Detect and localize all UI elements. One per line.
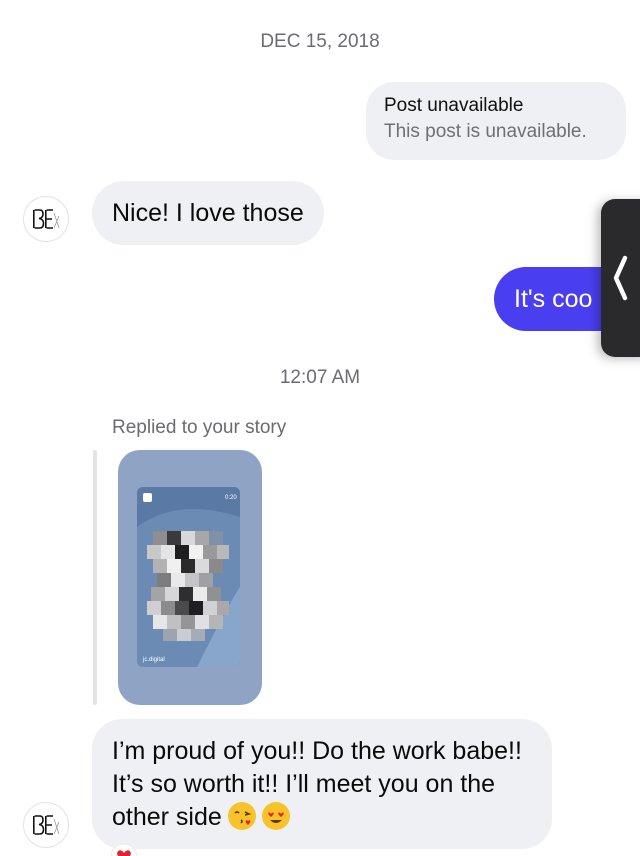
avatar[interactable]: [23, 196, 69, 242]
story-reply-label: Replied to your story: [112, 417, 287, 438]
story-time: 0:20: [225, 495, 237, 501]
story-preview[interactable]: 0:20 jc.digital: [118, 450, 262, 705]
story-caption: jc.digital: [142, 657, 165, 663]
reply-indicator-bar: [93, 450, 97, 705]
post-unavailable-subtitle: This post is unavailable.: [384, 121, 587, 142]
brand-logo-icon: [33, 815, 60, 835]
red-heart-icon[interactable]: [110, 843, 138, 856]
brand-logo-icon: [33, 209, 60, 229]
story-thumbnail: 0:20 jc.digital: [137, 487, 240, 667]
pixelated-image: 0:20 jc.digital: [137, 487, 240, 667]
chevron-left-icon: [613, 255, 628, 301]
shared-post-unavailable[interactable]: Post unavailable This post is unavailabl…: [366, 82, 626, 160]
date-separator: DEC 15, 2018: [260, 31, 380, 52]
post-unavailable-title: Post unavailable: [384, 95, 524, 116]
avatar[interactable]: [23, 802, 69, 848]
heart-eyes-icon: [261, 802, 290, 830]
face-blowing-kiss-icon: [227, 802, 256, 830]
time-separator: 12:07 AM: [279, 367, 361, 388]
side-panel-handle[interactable]: [601, 199, 640, 357]
received-message[interactable]: I’m proud of you!! Do the work babe!! It…: [92, 719, 552, 849]
message-text: I’m proud of you!! Do the work babe!! It…: [112, 737, 522, 831]
received-message[interactable]: Nice! I love those: [92, 181, 324, 245]
